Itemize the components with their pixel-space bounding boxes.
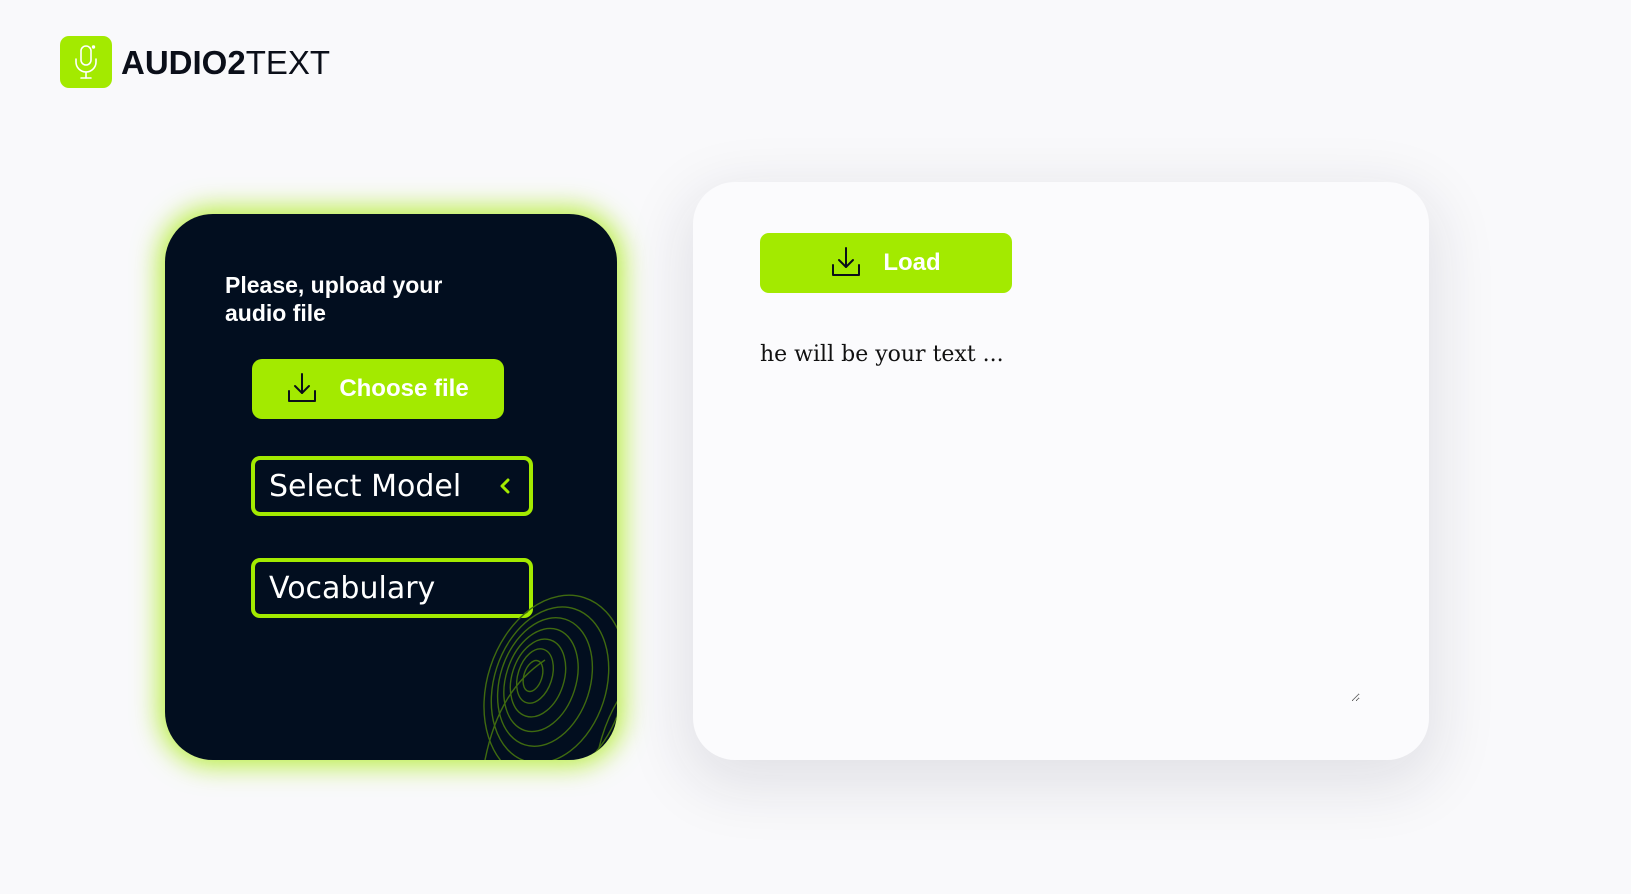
result-panel: Load — [693, 182, 1429, 760]
upload-panel: Please, upload your audio file Choose fi… — [165, 214, 617, 760]
load-button[interactable]: Load — [760, 233, 1012, 293]
load-button-label: Load — [883, 249, 941, 276]
choose-file-label: Choose file — [339, 375, 469, 402]
upload-title: Please, upload your audio file — [225, 272, 443, 326]
brand-name-bold: AUDIO2 — [121, 43, 246, 81]
model-select-value: Select Model — [269, 468, 462, 504]
model-select[interactable]: Select Model — [251, 456, 533, 516]
download-icon — [831, 246, 861, 281]
result-textarea[interactable] — [760, 342, 1360, 702]
microphone-icon — [60, 36, 112, 88]
chevron-left-icon — [495, 476, 515, 496]
choose-file-button[interactable]: Choose file — [252, 359, 504, 419]
download-icon — [287, 372, 317, 407]
brand-logo[interactable]: AUDIO2TEXT — [60, 36, 330, 88]
vocabulary-value: Vocabulary — [269, 570, 436, 606]
brand-name-light: TEXT — [245, 43, 331, 81]
fingerprint-icon — [483, 594, 617, 760]
brand-name: AUDIO2TEXT — [121, 46, 330, 79]
